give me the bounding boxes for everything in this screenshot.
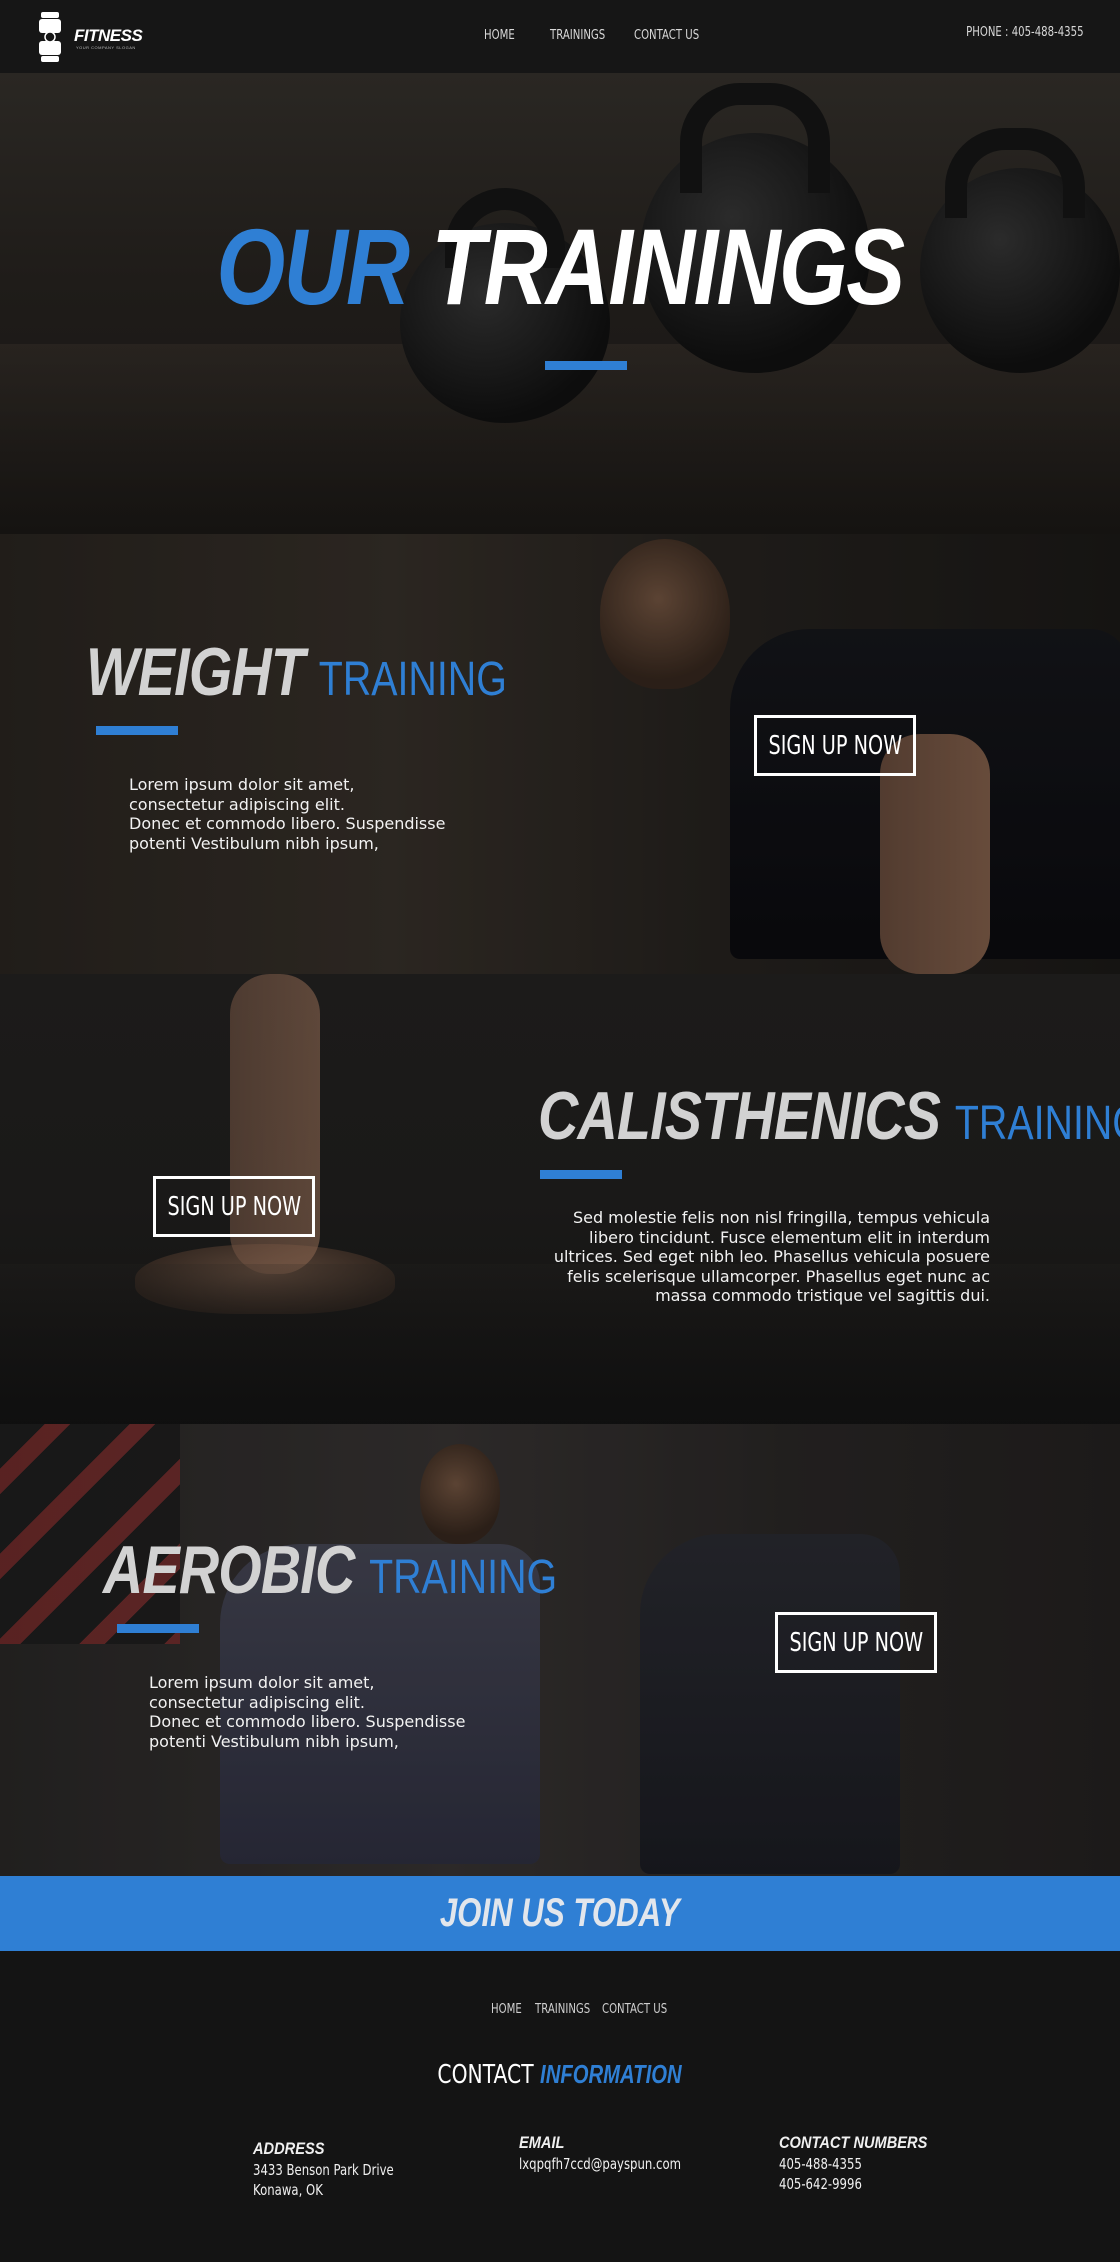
aerobic-training-section: AEROBIC TRAINING Lorem ipsum dolor sit a… [0,1424,1120,1876]
page-title-accent: OUR [216,206,410,327]
contact-numbers-heading: CONTACT NUMBERS [779,2133,928,2152]
section-title-sub: TRAINING [318,653,507,706]
contact-numbers-block: CONTACT NUMBERS 405-488-4355 405-642-999… [779,2133,952,2194]
weight-training-section: WEIGHT TRAINING Lorem ipsum dolor sit am… [0,534,1120,974]
footer-link-home[interactable]: HOME [491,2002,522,2017]
logo-text: FITNESS [74,26,143,45]
section-title-main: AEROBIC [103,1532,355,1608]
signup-button-weight[interactable]: SIGN UP NOW [754,715,916,776]
signup-button-aerobic[interactable]: SIGN UP NOW [775,1612,937,1673]
logo[interactable]: FITNESS YOUR COMPANY SLOGAN [38,10,148,62]
top-navbar: FITNESS YOUR COMPANY SLOGAN HOME TRAININ… [0,0,1120,73]
section-title-sub: TRAINING [954,1097,1120,1150]
nav-link-home[interactable]: HOME [484,28,525,43]
footer-link-trainings[interactable]: TRAININGS [535,2002,590,2017]
nav-link-contact-us[interactable]: CONTACT US [634,28,699,43]
phone-number: 405-642-9996 [779,2175,862,2193]
logo-tagline: YOUR COMPANY SLOGAN [76,45,136,50]
email-block: EMAIL lxqpqfh7ccd@payspun.com [519,2133,727,2174]
section-title-main: CALISTHENICS [538,1078,941,1154]
title-underline [545,361,627,370]
footer-links: HOME TRAININGS CONTACT US [491,2002,672,2017]
email-value[interactable]: lxqpqfh7ccd@payspun.com [519,2154,681,2174]
hero-banner: OUR TRAININGS [0,73,1120,534]
section-description: Lorem ipsum dolor sit amet, consectetur … [149,1673,466,1751]
section-description: Lorem ipsum dolor sit amet, consectetur … [129,775,446,853]
footer-link-contact-us[interactable]: CONTACT US [602,2002,667,2017]
join-us-banner[interactable]: JOIN US TODAY [0,1876,1120,1951]
dumbbell-logo-icon [39,12,61,62]
section-title-sub: TRAINING [369,1551,558,1604]
address-line: 3433 Benson Park Drive [253,2161,394,2179]
page-title: OUR TRAININGS [101,213,1019,321]
nav-link-trainings[interactable]: TRAININGS [550,28,605,43]
signup-button-calisthenics[interactable]: SIGN UP NOW [153,1176,315,1237]
kettlebell-handle-image [945,128,1085,218]
page-title-main: TRAININGS [431,206,905,327]
section-underline [96,726,178,735]
section-title: CALISTHENICS TRAINING [538,1082,1120,1150]
address-line: Konawa, OK [253,2181,323,2199]
section-title: WEIGHT TRAINING [86,638,507,706]
join-us-label: JOIN US TODAY [440,1891,680,1935]
section-underline [540,1170,622,1179]
email-heading: EMAIL [519,2133,565,2152]
nav-links: HOME TRAININGS CONTACT US [484,28,704,43]
address-block: ADDRESS 3433 Benson Park Drive Konawa, O… [253,2139,433,2200]
section-underline [117,1624,199,1633]
section-description: Sed molestie felis non nisl fringilla, t… [553,1208,990,1305]
phone-number: 405-488-4355 [779,2155,862,2173]
contact-information-title: CONTACT INFORMATION [437,2059,683,2090]
kettlebell-handle-image [680,83,830,193]
address-heading: ADDRESS [253,2139,325,2158]
section-title: AEROBIC TRAINING [103,1536,557,1604]
footer: HOME TRAININGS CONTACT US CONTACT INFORM… [0,1951,1120,2262]
nav-phone: PHONE : 405-488-4355 [966,25,1084,40]
section-title-main: WEIGHT [86,634,305,710]
calisthenics-training-section: CALISTHENICS TRAINING Sed molestie felis… [0,974,1120,1424]
